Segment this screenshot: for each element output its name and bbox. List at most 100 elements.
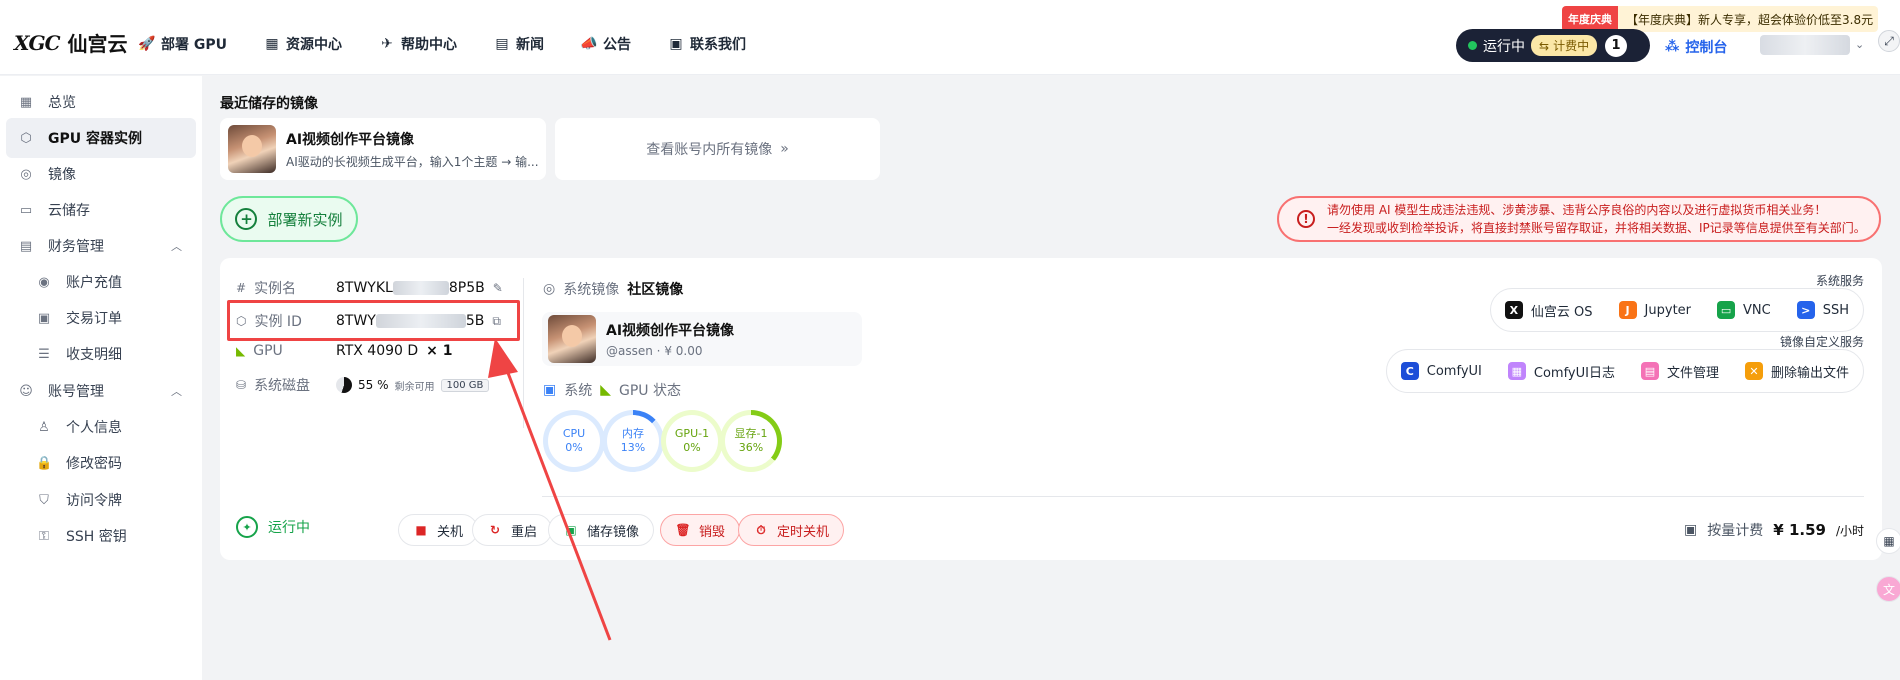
service-button[interactable]: ✕ 删除输出文件 [1744,362,1849,381]
sidebar-item[interactable]: ▤ 财务管理 ︿ [6,226,196,266]
nav-item[interactable]: ▦ 资源中心 [265,34,342,54]
trash-icon: 🗑 [675,523,691,537]
nav-item-label: 资源中心 [286,37,342,53]
deploy-instance-button[interactable]: + 部署新实例 [220,196,358,242]
sidebar-item[interactable]: ▦ 总览 [6,82,196,122]
chevron-up-icon[interactable]: ︿ [171,238,182,254]
price-value: ¥ 1.59 [1773,521,1826,539]
sidebar: ▦ 总览 ⬡ GPU 容器实例 ◎ 镜像 ▭ 云储存 ▤ 财务管理 ︿ ◉ 账户充值 ▣ 交易订单 ☰ 收支明细… [0,76,202,680]
action-button[interactable]: ⏱ 定时关机 [738,514,845,546]
console-label: 控制台 [1685,40,1728,56]
action-button[interactable]: 🗑 销毁 [660,514,741,546]
shield-icon: ⛉ [39,492,49,508]
expand-icon[interactable]: ⤢ [1878,30,1900,52]
warning-banner: ! 请勿使用 AI 模型生成违法违规、涉黄涉暴、违背公序良俗的内容以及进行虚拟货… [1277,196,1881,242]
main-nav: 🚀 部署 GPU ▦ 资源中心 ✈ 帮助中心 ▤ 新闻 📣 公告 ▣ 联系我们 [138,34,746,54]
edit-icon[interactable]: ✎ [493,281,503,295]
cube-icon: ⬡ [20,130,32,146]
logo-text: 仙宫云 [67,32,128,56]
image-author: @assen [606,344,653,358]
service-button[interactable]: ▦ ComfyUI日志 [1507,362,1615,381]
sidebar-item[interactable]: 🔒 修改密码 [6,443,196,483]
logo[interactable]: XGC 仙宫云 [14,28,128,57]
sidebar-item-label: 账户充值 [66,275,122,291]
gauge-name: CPU [562,427,586,440]
nav-item[interactable]: 📣 公告 [580,34,631,54]
nav-item[interactable]: ▤ 新闻 [495,34,544,54]
image-thumbnail [228,125,276,173]
sidebar-item[interactable]: ☰ 收支明细 [6,334,196,374]
nav-item[interactable]: ✈ 帮助中心 [380,34,457,54]
action-button[interactable]: ■ 关机 [398,514,479,546]
sidebar-item[interactable]: ⚿ SSH 密钥 [6,516,196,556]
service-button[interactable]: ▤ 文件管理 [1640,362,1719,381]
gauge-value: 0% [683,441,701,454]
sidebar-item-label: 云储存 [48,203,90,219]
billing-mode: 按量计费 [1707,523,1764,539]
nvidia-icon: ◣ [600,382,612,398]
service-label: Jupyter [1644,302,1692,318]
console-link[interactable]: ⁂ 控制台 [1665,37,1727,57]
gauge-value: 13% [620,441,646,454]
instance-image-card[interactable]: AI视频创作平台镜像 @assen · ¥ 0.00 [542,312,862,366]
sidebar-item[interactable]: ⬡ GPU 容器实例 [6,118,196,158]
gauge-name: 显存-1 [734,427,768,440]
billing-tag-label: 计费中 [1553,39,1590,53]
monitor-icon: ▭ [1717,301,1736,319]
service-button[interactable]: C ComfyUI [1400,362,1482,380]
custom-services-group: C ComfyUI ▦ ComfyUI日志 ▤ 文件管理 ✕ 删除输出文件 [1385,349,1864,393]
instance-image-title: AI视频创作平台镜像 [606,323,735,339]
service-button[interactable]: X 仙宫云 OS [1504,301,1593,320]
sidebar-item[interactable]: ▭ 云储存 [6,190,196,230]
sidebar-item[interactable]: ◎ 镜像 [6,154,196,194]
gauge-value: 36% [738,441,764,454]
console-icon: ⁂ [1665,39,1680,55]
system-image-label: 系统镜像 [563,282,620,298]
running-icon: ✦ [236,516,258,538]
chevron-up-icon[interactable]: ︿ [171,383,182,399]
chevron-down-icon[interactable]: ⌄ [1855,38,1864,51]
action-label: 重启 [511,524,538,540]
sidebar-item[interactable]: ◉ 账户充值 [6,262,196,302]
disk-usage-pie-icon [336,377,352,393]
billing-icon: ▣ [1684,522,1698,538]
jupyter-icon: J [1618,301,1637,319]
usage-gauge: CPU 0% [543,410,605,472]
system-services-title: 系统服务 [1815,274,1864,288]
help-icon: ✈ [381,36,393,52]
action-button[interactable]: ▣ 储存镜像 [548,514,655,546]
sidebar-item[interactable]: ⛉ 访问令牌 [6,480,196,520]
sidebar-item[interactable]: ▣ 交易订单 [6,298,196,338]
action-button[interactable]: ↻ 重启 [472,514,553,546]
disc-icon: ◎ [543,281,556,297]
service-button[interactable]: > SSH [1796,301,1849,319]
lock-icon: 🔒 [36,455,53,471]
running-status-label: 运行中 [1483,38,1525,55]
nav-item-label: 帮助中心 [401,37,457,53]
instance-name-prefix: 8TWYKL [336,280,393,296]
sidebar-item[interactable]: ☺ 账号管理 ︿ [6,371,196,411]
grid-float-icon[interactable]: ▦ [1876,528,1900,554]
sidebar-item[interactable]: ♙ 个人信息 [6,407,196,447]
storage-icon: ▭ [19,202,33,218]
disk-label: 系统磁盘 [254,378,311,394]
custom-services-title: 镜像自定义服务 [1779,335,1864,349]
user-menu[interactable] [1760,35,1850,55]
disk-free-label: 剩余可用 [394,381,435,393]
nav-item[interactable]: ▣ 联系我们 [669,34,746,54]
gauge-value: 0% [565,441,583,454]
service-button[interactable]: J Jupyter [1618,301,1692,319]
instance-name-suffix: 8P5B [448,280,485,296]
gauge-inner: 显存-1 36% [725,415,777,467]
save-icon: ▣ [565,523,577,537]
service-button[interactable]: ▭ VNC [1717,301,1771,319]
file-manager-icon: ▤ [1640,362,1659,380]
translate-float-icon[interactable]: 文 [1876,576,1900,602]
action-label: 关机 [437,524,464,540]
view-all-images-button[interactable]: 查看账号内所有镜像 » [555,118,880,180]
running-status-pill[interactable]: 运行中 ⇆ 计费中 1 [1456,29,1650,62]
instance-status: ✦ 运行中 [236,516,310,538]
nav-item[interactable]: 🚀 部署 GPU [138,34,227,54]
recent-image-card[interactable]: AI视频创作平台镜像 AI驱动的长视频生成平台，输入1个主题 → 输... [220,118,546,180]
double-chevron-right-icon: » [780,141,789,157]
